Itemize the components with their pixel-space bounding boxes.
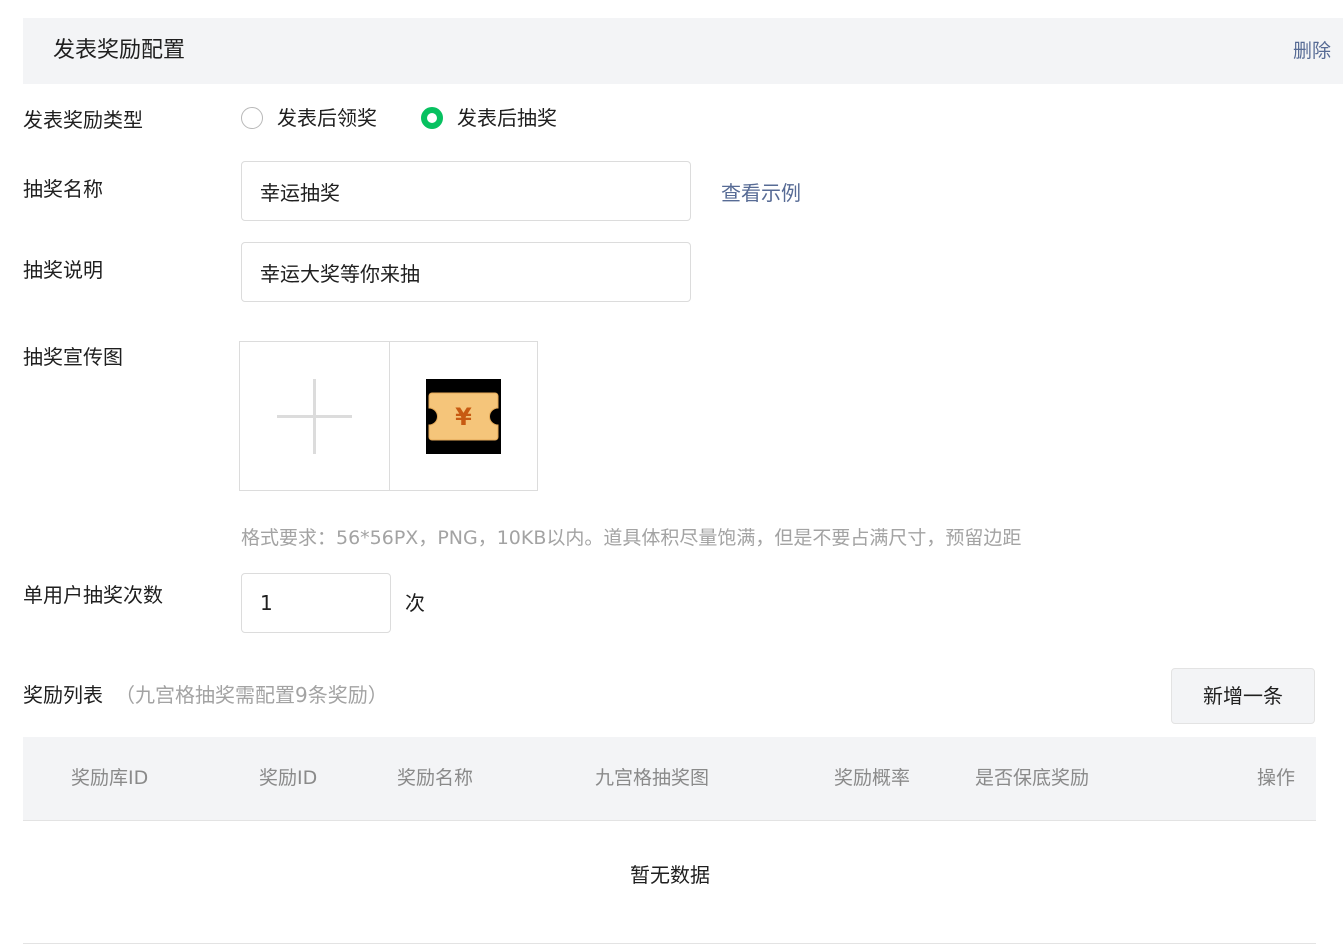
section-header: 发表奖励配置 删除	[23, 18, 1343, 84]
column-header-reward-id: 奖励ID	[259, 767, 318, 789]
reward-type-label: 发表奖励类型	[23, 108, 143, 132]
radio-option-label: 发表后领奖	[277, 106, 377, 130]
column-header-grid-image: 九宫格抽奖图	[595, 767, 710, 789]
upload-add-button[interactable]	[240, 342, 390, 490]
draw-count-unit: 次	[405, 591, 425, 615]
lottery-image-label: 抽奖宣传图	[23, 345, 123, 369]
uploaded-image-preview[interactable]: ¥	[390, 342, 538, 490]
radio-option-label: 发表后抽奖	[457, 106, 557, 130]
radio-checked-icon[interactable]	[421, 107, 443, 129]
yen-ticket-graphic: ¥	[428, 392, 498, 441]
column-header-reward-name: 奖励名称	[397, 767, 474, 789]
image-uploader: ¥	[239, 341, 538, 491]
plus-icon-stroke	[313, 379, 316, 454]
draw-count-label: 单用户抽奖次数	[23, 583, 163, 607]
page-title: 发表奖励配置	[53, 38, 186, 63]
delete-link[interactable]: 删除	[1293, 39, 1331, 63]
lottery-desc-input[interactable]	[241, 242, 691, 302]
reward-type-radio-group: 发表后领奖 发表后抽奖	[241, 104, 601, 132]
column-header-actions: 操作	[1257, 767, 1296, 789]
column-header-guaranteed: 是否保底奖励	[975, 767, 1090, 789]
yen-symbol: ¥	[455, 403, 472, 431]
table-divider	[23, 943, 1316, 944]
lottery-name-input[interactable]	[241, 161, 691, 221]
radio-unchecked-icon[interactable]	[241, 107, 263, 129]
reward-table-header: 奖励库ID 奖励ID 奖励名称 九宫格抽奖图 奖励概率 是否保底奖励 操作	[23, 737, 1316, 821]
draw-count-input[interactable]	[241, 573, 391, 633]
reward-list-title-text: 奖励列表	[23, 683, 103, 707]
image-format-hint: 格式要求：56*56PX，PNG，10KB以内。道具体积尽量饱满，但是不要占满尺…	[241, 527, 1022, 549]
lottery-desc-label: 抽奖说明	[23, 258, 103, 282]
reward-config-page: 发表奖励配置 删除 发表奖励类型 发表后领奖 发表后抽奖 抽奖名称 查看示例 抽…	[0, 0, 1344, 945]
column-header-reward-library-id: 奖励库ID	[71, 767, 149, 789]
view-example-link[interactable]: 查看示例	[721, 180, 801, 206]
column-header-probability: 奖励概率	[834, 767, 911, 789]
table-empty-state: 暂无数据	[630, 863, 710, 887]
reward-list-title: 奖励列表 （九宫格抽奖需配置9条奖励）	[23, 682, 388, 708]
reward-list-note: （九宫格抽奖需配置9条奖励）	[115, 683, 388, 707]
radio-option-lottery-after-post[interactable]: 发表后抽奖	[421, 105, 557, 131]
yen-ticket-icon: ¥	[425, 379, 501, 454]
lottery-name-label: 抽奖名称	[23, 177, 103, 201]
radio-option-claim-after-post[interactable]: 发表后领奖	[241, 105, 377, 131]
add-reward-button[interactable]: 新增一条	[1171, 668, 1315, 724]
